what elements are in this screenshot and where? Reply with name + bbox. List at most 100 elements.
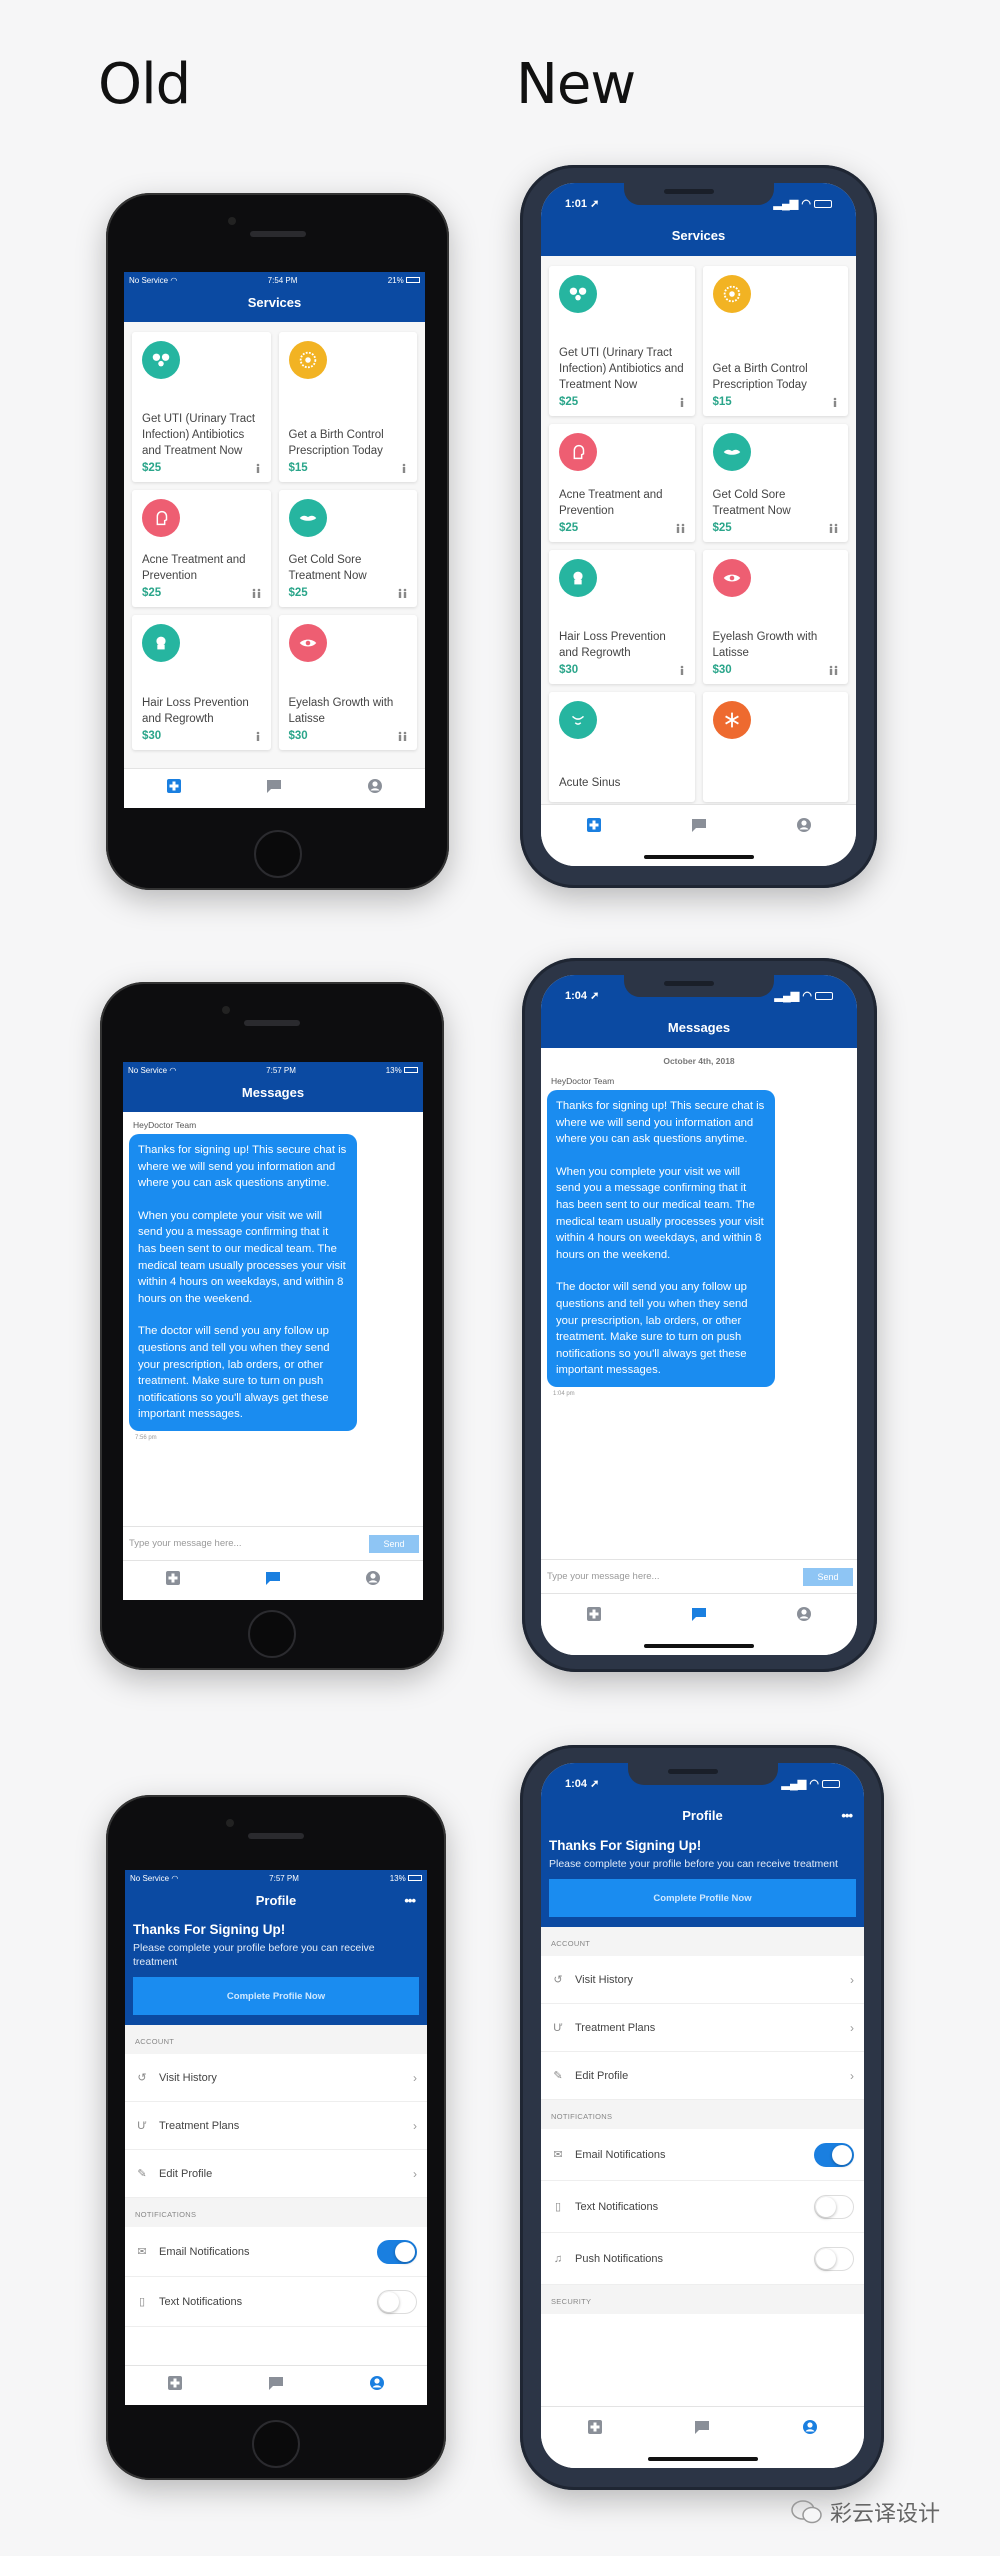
tab-services[interactable] (165, 1570, 181, 1591)
chat-bubble-icon[interactable] (694, 2419, 710, 2435)
stethoscope-icon: Ư (137, 2119, 147, 2132)
notification-toggle[interactable] (814, 2194, 854, 2219)
notification-toggle[interactable] (814, 2246, 854, 2271)
page-title: Messages (667, 1020, 731, 1035)
tab-messages[interactable] (266, 778, 282, 799)
tab-profile[interactable] (367, 778, 383, 799)
tab-messages[interactable] (694, 2419, 710, 2440)
account-row[interactable]: ↺ Visit History › (541, 1956, 864, 2004)
wifi-icon: ◠ (801, 197, 811, 210)
tab-messages[interactable] (268, 2375, 284, 2396)
more-options-button[interactable]: ••• (404, 1886, 416, 1916)
send-button[interactable]: Send (369, 1534, 419, 1553)
tab-messages[interactable] (265, 1570, 281, 1591)
tab-services[interactable] (166, 778, 182, 799)
service-card[interactable]: Hair Loss Prevention and Regrowth $30 (132, 615, 271, 750)
medical-plus-icon[interactable] (165, 1570, 181, 1586)
complete-profile-button[interactable]: Complete Profile Now (133, 1977, 419, 2015)
service-card[interactable]: Get a Birth Control Prescription Today $… (702, 266, 848, 416)
service-card[interactable]: Eyelash Growth with Latisse $30 (702, 550, 848, 684)
account-row[interactable]: Ư Treatment Plans › (125, 2102, 427, 2150)
user-circle-icon[interactable] (365, 1570, 381, 1586)
chevron-right-icon: › (413, 2166, 417, 2181)
tab-profile[interactable] (365, 1570, 381, 1591)
service-card[interactable]: Get Cold Sore Treatment Now $25 (702, 424, 848, 542)
services-list[interactable]: Get UTI (Urinary Tract Infection) Antibi… (124, 322, 425, 768)
chat-bubble-icon[interactable] (265, 1570, 281, 1586)
more-options-button[interactable]: ••• (841, 1803, 853, 1829)
service-card[interactable]: Get a Birth Control Prescription Today $… (278, 332, 417, 482)
tab-services[interactable] (167, 2375, 183, 2396)
notification-toggle[interactable] (814, 2142, 854, 2167)
front-camera (226, 1819, 234, 1827)
home-button[interactable] (248, 1610, 296, 1658)
location-arrow-icon: ➚ (590, 197, 600, 210)
tab-services[interactable] (587, 2419, 603, 2440)
service-title: Get Cold Sore Treatment Now (712, 489, 791, 517)
notch (624, 975, 774, 997)
service-card[interactable]: Get UTI (Urinary Tract Infection) Antibi… (132, 332, 271, 482)
row-label: Email Notifications (159, 2245, 250, 2258)
message-input[interactable] (547, 1566, 762, 1587)
tab-profile[interactable] (369, 2375, 385, 2396)
status-bar: No Service ◠ 7:57 PM 13% (123, 1062, 423, 1078)
tab-messages[interactable] (691, 817, 707, 838)
message-thread[interactable]: HeyDoctor Team Thanks for signing up! Th… (123, 1112, 423, 1526)
message-thread[interactable]: October 4th, 2018 HeyDoctor Team Thanks … (541, 1048, 857, 1559)
medical-plus-icon[interactable] (167, 2375, 183, 2391)
user-circle-icon[interactable] (369, 2375, 385, 2391)
complete-profile-button[interactable]: Complete Profile Now (549, 1879, 856, 1917)
mail-icon: ✉ (137, 2246, 147, 2258)
chat-bubble-icon[interactable] (691, 1606, 707, 1622)
user-circle-icon[interactable] (802, 2419, 818, 2435)
services-list[interactable]: Get UTI (Urinary Tract Infection) Antibi… (541, 256, 856, 804)
home-button[interactable] (252, 2420, 300, 2468)
service-card[interactable]: Get UTI (Urinary Tract Infection) Antibi… (549, 266, 695, 416)
service-icon (288, 341, 327, 379)
service-card[interactable]: Acute Sinus (549, 692, 695, 802)
chat-bubble-icon[interactable] (691, 817, 707, 833)
service-card[interactable]: Acne Treatment and Prevention $25 (132, 490, 271, 607)
service-card[interactable] (702, 692, 848, 802)
service-card[interactable]: Acne Treatment and Prevention $25 (549, 424, 695, 542)
status-time: 1:04 (565, 989, 588, 1002)
screen-old-services: No Service ◠ 7:54 PM 21% Services Get UT… (124, 272, 425, 808)
home-indicator (647, 2457, 758, 2461)
home-button[interactable] (253, 830, 302, 878)
tab-profile[interactable] (802, 2419, 818, 2440)
notification-toggle[interactable] (377, 2239, 417, 2264)
send-button[interactable]: Send (803, 1567, 853, 1586)
service-card[interactable]: Eyelash Growth with Latisse $30 (278, 615, 417, 750)
tab-profile[interactable] (796, 1606, 812, 1627)
section-header: ACCOUNT (541, 1927, 864, 1956)
account-row[interactable]: ✎ Edit Profile › (125, 2150, 427, 2198)
wifi-icon: ◠ (809, 1777, 819, 1790)
medical-plus-icon[interactable] (586, 817, 602, 833)
account-row[interactable]: ✎ Edit Profile › (541, 2052, 864, 2100)
tab-profile[interactable] (796, 817, 812, 838)
service-icon (712, 275, 751, 313)
tab-services[interactable] (586, 1606, 602, 1627)
medical-plus-icon[interactable] (586, 1606, 602, 1622)
user-circle-icon[interactable] (796, 1606, 812, 1622)
medical-plus-icon[interactable] (166, 778, 182, 794)
account-row[interactable]: ↺ Visit History › (125, 2054, 427, 2102)
settings-list[interactable]: ACCOUNT ↺ Visit History › Ư Treatment Plans › ✎… (541, 1927, 864, 2406)
service-card[interactable]: Hair Loss Prevention and Regrowth $30 (549, 550, 695, 684)
asterisk-icon (724, 712, 739, 728)
service-card[interactable]: Get Cold Sore Treatment Now $25 (278, 490, 417, 607)
chat-bubble-icon[interactable] (266, 778, 282, 794)
account-row[interactable]: Ư Treatment Plans › (541, 2004, 864, 2052)
user-circle-icon[interactable] (796, 817, 812, 833)
settings-list[interactable]: ACCOUNT ↺ Visit History › Ư Treatment Plans › ✎… (125, 2025, 427, 2365)
carrier-text: No Service (128, 1065, 168, 1075)
tab-messages[interactable] (691, 1606, 707, 1627)
message-input[interactable] (129, 1533, 332, 1554)
history-icon: ↺ (137, 2072, 147, 2084)
chat-bubble-icon[interactable] (268, 2375, 284, 2391)
user-circle-icon[interactable] (367, 778, 383, 794)
notification-toggle[interactable] (377, 2289, 417, 2314)
tab-services[interactable] (586, 817, 602, 838)
service-price: $25 (288, 587, 308, 599)
medical-plus-icon[interactable] (587, 2419, 603, 2435)
